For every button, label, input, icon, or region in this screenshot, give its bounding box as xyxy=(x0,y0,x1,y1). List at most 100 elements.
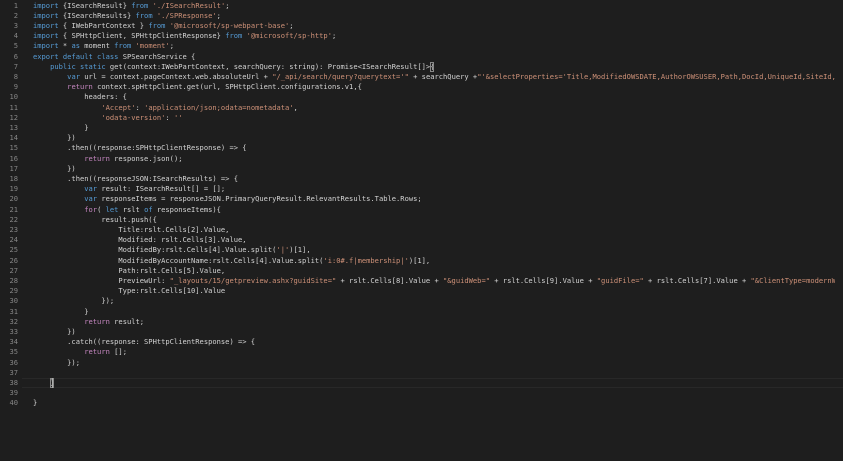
line-number: 3 xyxy=(13,20,18,30)
code-token: '@microsoft/sp-http' xyxy=(246,31,332,41)
code-token: .then((response:SPHttpClientResponse) =>… xyxy=(33,143,247,153)
line-number: 5 xyxy=(13,41,18,51)
code-line: .then((response:SPHttpClientResponse) =>… xyxy=(33,143,247,153)
line-number: 33 xyxy=(9,326,18,336)
code-token: 'moment' xyxy=(135,41,170,51)
code-token: SPSearchService { xyxy=(122,51,196,61)
code-line: }); xyxy=(33,296,114,306)
code-token: []; xyxy=(114,347,127,357)
code-line: } xyxy=(33,122,89,133)
code-line: ModifiedBy:rslt.Cells[4].Value.split('|'… xyxy=(33,245,310,255)
code-line: import * as moment from 'moment'; xyxy=(33,41,174,51)
code-token: } xyxy=(33,398,38,408)
code-token: ; xyxy=(169,41,174,51)
code-token: return xyxy=(84,316,115,326)
line-number: 31 xyxy=(9,306,18,316)
code-token: get(context:IWebPartContext, searchQuery… xyxy=(109,61,431,71)
code-token: import xyxy=(33,41,63,51)
code-token: from xyxy=(148,20,170,30)
code-line: var responseItems = responseJSON.Primary… xyxy=(33,194,422,204)
code-line: }); xyxy=(33,358,80,368)
code-line: Title:rslt.Cells[2].Value, xyxy=(33,225,229,235)
code-token: }) xyxy=(33,326,76,336)
line-number: 37 xyxy=(9,367,18,377)
line-number: 7 xyxy=(13,61,18,71)
code-line: return []; xyxy=(33,347,127,357)
code-token: }) xyxy=(33,163,76,173)
line-number: 13 xyxy=(9,122,18,132)
line-number: 30 xyxy=(9,296,18,306)
line-number: 36 xyxy=(9,357,18,367)
line-number: 29 xyxy=(9,286,18,296)
code-token: }); xyxy=(33,296,115,306)
line-number: 22 xyxy=(9,214,18,224)
code-line: }) xyxy=(33,327,76,337)
code-token: + rslt.Cells[7].Value + xyxy=(643,275,751,285)
code-area[interactable]: import {ISearchResult} from './ISearchRe… xyxy=(33,0,835,461)
code-token: Title:rslt.Cells[2].Value, xyxy=(33,224,230,234)
code-token: 'odata-version' xyxy=(101,112,166,122)
code-token: responseItems = responseJSON.PrimaryQuer… xyxy=(101,194,422,204)
code-line: import {ISearchResults} from './SPRespon… xyxy=(33,11,221,21)
line-number-gutter: 1 2 3 4 5 6 7 8 9 10 11 12 13 14 15 16 17 18 19 20 21 22 23 24 2… xyxy=(0,0,22,461)
code-token: }) xyxy=(33,133,76,143)
line-number: 39 xyxy=(9,388,18,398)
line-number: 20 xyxy=(9,194,18,204)
code-token: import xyxy=(33,10,63,20)
code-line: result.push({ xyxy=(33,215,157,225)
line-number: 40 xyxy=(9,398,18,408)
code-token: { IWebPartContext } xyxy=(62,20,149,30)
code-token: var xyxy=(84,184,102,194)
code-token: {ISearchResults} xyxy=(62,10,136,20)
code-token: responseItems){ xyxy=(156,204,221,214)
code-token: : xyxy=(165,112,174,122)
code-token: } xyxy=(33,122,89,132)
code-line: Modified: rslt.Cells[3].Value, xyxy=(33,235,246,245)
code-line: PreviewUrl: "_layouts/15/getpreview.ashx… xyxy=(33,276,835,286)
code-token: import xyxy=(33,20,63,30)
code-token: return xyxy=(84,153,115,163)
code-token: )[1], xyxy=(408,255,431,265)
code-token: var xyxy=(84,194,102,204)
code-token: "'&selectProperties='Title,ModifiedOWSDA… xyxy=(477,71,835,81)
code-editor[interactable]: 1 2 3 4 5 6 7 8 9 10 11 12 13 14 15 16 17 18 19 20 21 22 23 24 2… xyxy=(0,0,843,461)
code-token: , xyxy=(293,102,298,112)
code-token: '@microsoft/sp-webpart-base' xyxy=(169,20,290,30)
code-token: './ISearchResult' xyxy=(152,0,226,10)
code-token: response.json(); xyxy=(114,153,183,163)
code-token: result.push({ xyxy=(33,214,157,224)
scrollbar-track[interactable] xyxy=(837,0,841,461)
line-number: 34 xyxy=(9,337,18,347)
code-token: return xyxy=(67,82,98,92)
code-token: + searchQuery + xyxy=(408,71,478,81)
line-number: 27 xyxy=(9,265,18,275)
code-line: .catch((response: SPHttpClientResponse) … xyxy=(33,337,255,347)
code-token: + rslt.Cells[9].Value + xyxy=(490,275,597,285)
code-token: from xyxy=(135,10,157,20)
code-token: ; xyxy=(216,10,221,20)
code-token: export default class xyxy=(33,51,123,61)
code-line: } xyxy=(33,307,88,317)
code-token: + rslt.Cells[8].Value + xyxy=(336,275,444,285)
line-number: 16 xyxy=(9,153,18,163)
code-token: from xyxy=(225,31,247,41)
code-token: public static xyxy=(50,61,110,71)
code-line: return response.json(); xyxy=(33,153,183,164)
code-token: Type:rslt.Cells[10].Value xyxy=(33,286,226,296)
code-token: of xyxy=(144,204,157,214)
line-number: 10 xyxy=(9,92,18,102)
code-line: import {ISearchResult} from './ISearchRe… xyxy=(33,1,230,11)
code-token: import xyxy=(33,31,63,41)
line-number: 35 xyxy=(9,347,18,357)
code-line: public static get(context:IWebPartContex… xyxy=(33,61,435,72)
matched-bracket: { xyxy=(430,61,435,72)
code-token: Path:rslt.Cells[5].Value, xyxy=(33,265,226,275)
text-cursor xyxy=(52,377,53,388)
code-line: }) xyxy=(33,164,76,174)
code-token: ; xyxy=(289,20,294,30)
